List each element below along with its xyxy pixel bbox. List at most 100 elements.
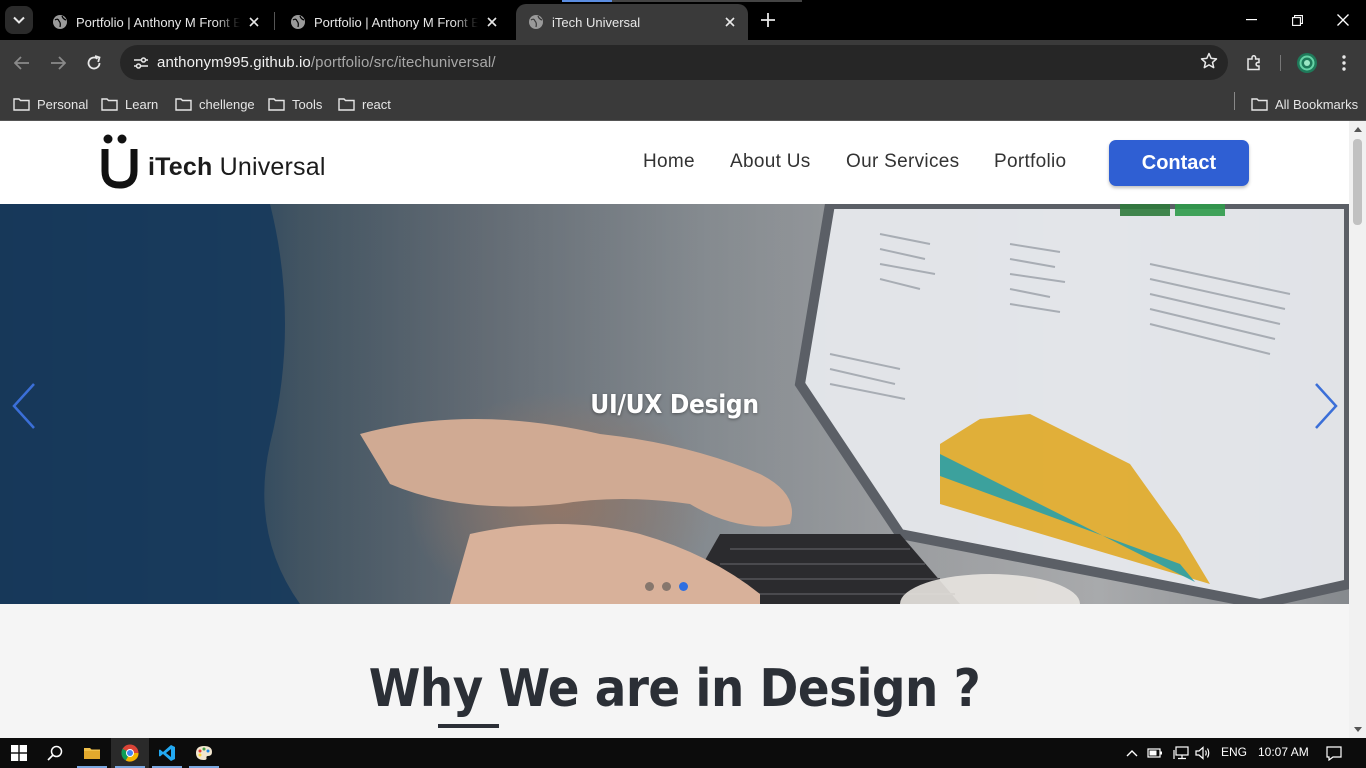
logo-text-bold: iTech (148, 153, 213, 181)
close-icon[interactable] (484, 14, 500, 30)
bookmarks-divider (1234, 92, 1235, 110)
more-menu-icon[interactable] (1329, 48, 1359, 78)
scrollbar-thumb[interactable] (1353, 139, 1362, 225)
close-window-button[interactable] (1320, 0, 1366, 40)
forward-button[interactable] (42, 47, 74, 79)
carousel-dot[interactable] (645, 582, 654, 591)
bookmark-star-icon[interactable] (1200, 52, 1218, 75)
network-tray-icon[interactable] (1170, 738, 1192, 768)
tab-portfolio-2[interactable]: Portfolio | Anthony M Front End (278, 4, 510, 40)
profile-avatar[interactable] (1292, 48, 1322, 78)
minimize-button[interactable] (1228, 0, 1274, 40)
tab-search-button[interactable] (5, 6, 33, 34)
site-logo[interactable]: iTech Universal (100, 129, 326, 189)
url-text: anthonym995.github.io/portfolio/src/itec… (157, 54, 496, 71)
tab-itech-universal[interactable]: iTech Universal (516, 4, 748, 40)
back-button[interactable] (6, 47, 38, 79)
new-tab-button[interactable] (756, 8, 780, 32)
tab-title: iTech Universal (552, 14, 641, 30)
logo-text-regular: Universal (212, 153, 326, 181)
site-header: iTech Universal Home About Us Our Servic… (0, 121, 1349, 204)
folder-icon (13, 98, 30, 111)
tab-strip: Portfolio | Anthony M Front End Portfoli… (0, 0, 1366, 40)
bookmark-label: Personal (37, 96, 89, 112)
heading-underline (438, 724, 499, 728)
carousel-prev-button[interactable] (10, 382, 40, 430)
file-explorer-taskbar-button[interactable] (73, 738, 111, 768)
search-icon (47, 745, 63, 761)
chrome-icon (121, 744, 139, 762)
notification-center-button[interactable] (1318, 738, 1350, 768)
folder-icon (268, 98, 285, 111)
tab-portfolio-1[interactable]: Portfolio | Anthony M Front End (40, 4, 272, 40)
folder-icon (1251, 98, 1268, 111)
nav-about-us[interactable]: About Us (730, 151, 811, 173)
carousel-dot-active[interactable] (679, 582, 688, 591)
hero-carousel: UI/UX Design (0, 204, 1349, 604)
url-path: /portfolio/src/itechuniversal/ (310, 54, 496, 71)
search-button[interactable] (36, 738, 74, 768)
carousel-dot[interactable] (662, 582, 671, 591)
hero-caption: UI/UX Design (590, 390, 759, 420)
notification-icon (1326, 745, 1342, 761)
folder-icon (84, 748, 100, 759)
bookmark-folder-learn[interactable]: Learn (101, 92, 158, 116)
windows-taskbar: ENG 10:07 AM (0, 738, 1366, 768)
nav-our-services[interactable]: Our Services (846, 151, 959, 173)
vscode-taskbar-button[interactable] (148, 738, 186, 768)
show-hidden-icons-button[interactable] (1122, 738, 1142, 768)
globe-icon (529, 15, 543, 29)
extensions-icon[interactable] (1239, 48, 1269, 78)
contact-button[interactable]: Contact (1109, 140, 1249, 186)
battery-tray-icon[interactable] (1145, 738, 1165, 768)
system-clock[interactable]: 10:07 AM (1258, 745, 1309, 759)
paint-taskbar-button[interactable] (185, 738, 223, 768)
input-language[interactable]: ENG (1221, 745, 1247, 759)
volume-tray-icon[interactable] (1193, 738, 1213, 768)
tab-separator (274, 12, 275, 30)
carousel-indicators (645, 582, 688, 591)
bookmark-folder-tools[interactable]: Tools (268, 92, 322, 116)
itech-logo-icon (101, 134, 138, 189)
chevron-left-icon (12, 383, 35, 429)
toolbar-divider (1280, 55, 1281, 71)
reload-icon (87, 55, 101, 70)
chevron-down-icon (13, 16, 25, 24)
restore-button[interactable] (1274, 0, 1320, 40)
bookmark-folder-chellenge[interactable]: chellenge (175, 92, 255, 116)
close-icon[interactable] (246, 14, 262, 30)
nav-portfolio[interactable]: Portfolio (994, 151, 1066, 173)
start-button[interactable] (0, 738, 38, 768)
address-bar[interactable]: anthonym995.github.io/portfolio/src/itec… (120, 45, 1228, 80)
url-host: anthonym995.github.io (157, 54, 311, 71)
folder-icon (175, 98, 192, 111)
scroll-down-arrow-icon[interactable] (1354, 727, 1362, 732)
site-settings-icon[interactable] (128, 50, 154, 76)
vscode-icon (159, 745, 175, 761)
all-bookmarks-label: All Bookmarks (1275, 96, 1359, 112)
section-heading: Why We are in Design ? (368, 659, 981, 719)
page-scrollbar[interactable] (1349, 121, 1366, 738)
nav-home[interactable]: Home (643, 151, 695, 173)
chevron-right-icon (1315, 383, 1338, 429)
arrow-left-icon (14, 56, 29, 70)
volume-icon (1195, 746, 1210, 760)
bookmark-folder-personal[interactable]: Personal (13, 92, 88, 116)
chrome-taskbar-button[interactable] (111, 738, 149, 768)
close-icon (1337, 14, 1349, 26)
carousel-next-button[interactable] (1310, 382, 1340, 430)
bookmark-label: Tools (292, 96, 323, 112)
close-icon[interactable] (722, 14, 738, 30)
tab-title: Portfolio | Anthony M Front End (76, 14, 240, 30)
all-bookmarks-button[interactable]: All Bookmarks (1251, 92, 1358, 116)
folder-icon (101, 98, 118, 111)
bookmarks-bar: Personal Learn chellenge Tools react All… (0, 86, 1366, 121)
globe-icon (53, 15, 67, 29)
bookmark-label: react (362, 96, 391, 112)
bookmark-folder-react[interactable]: react (338, 92, 391, 116)
paint-palette-icon (196, 746, 212, 760)
scroll-up-arrow-icon[interactable] (1354, 127, 1362, 132)
tab-loading-track (612, 0, 802, 2)
reload-button[interactable] (78, 47, 110, 79)
bookmark-label: Learn (125, 96, 159, 112)
